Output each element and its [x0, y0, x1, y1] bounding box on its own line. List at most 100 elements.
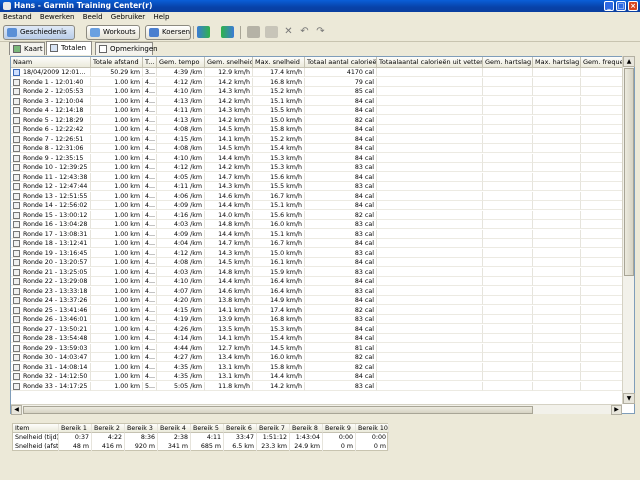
history-button[interactable]: Geschiedenis: [3, 25, 75, 40]
maximize-button[interactable]: □: [616, 1, 626, 11]
table-row[interactable]: Ronde 11 - 12:43:38 1.00 km 4... 4:05 /km 14…: [11, 172, 634, 182]
cell-text: 1.00 km: [114, 382, 140, 390]
table-row[interactable]: Ronde 31 - 14:08:14 1.00 km 4... 4:35 /km 13…: [11, 362, 634, 372]
redo-icon[interactable]: ↷: [314, 26, 327, 38]
table-row[interactable]: Ronde 6 - 12:22:42 1.00 km 4... 4:08 /km 14.…: [11, 125, 634, 134]
column-header[interactable]: Totaalaantal calorieën uit vetten: [377, 57, 483, 68]
column-header[interactable]: Gem. snelheid: [205, 57, 253, 68]
cell-text: 14.2 km/h: [270, 382, 302, 390]
column-header[interactable]: Gem. hartslag: [483, 57, 533, 68]
table-row[interactable]: Ronde 8 - 12:31:06 1.00 km 4... 4:08 /km 14.…: [11, 144, 634, 153]
table-cell: [533, 343, 581, 353]
table-row[interactable]: Ronde 4 - 12:14:18 1.00 km 4... 4:11 /km 14.…: [11, 106, 634, 115]
table-row[interactable]: Ronde 1 - 12:01:40 1.00 km 4... 4:12 /km 14.…: [11, 77, 634, 87]
table-row[interactable]: Ronde 2 - 12:05:53 1.00 km 4... 4:10 /km 14.…: [11, 87, 634, 96]
table-row[interactable]: Ronde 14 - 12:56:02 1.00 km 4... 4:09 /km 14…: [11, 201, 634, 210]
scroll-down-arrow[interactable]: ▼: [623, 393, 635, 404]
zone-column-header[interactable]: Bereik 9: [323, 424, 356, 433]
tab-map[interactable]: Kaart: [9, 42, 45, 55]
table-row[interactable]: Ronde 9 - 12:35:15 1.00 km 4... 4:10 /km 14.…: [11, 153, 634, 163]
new-folder-icon[interactable]: [247, 26, 260, 38]
menu-bestand[interactable]: Bestand: [3, 13, 32, 21]
workouts-button[interactable]: Workouts: [86, 25, 140, 40]
minimize-button[interactable]: _: [604, 1, 614, 11]
column-header[interactable]: Max. hartslag: [533, 57, 581, 68]
horizontal-scroll-thumb[interactable]: [23, 406, 533, 414]
table-row[interactable]: Ronde 24 - 13:37:26 1.00 km 4... 4:20 /km 13…: [11, 296, 634, 305]
table-cell: 4...: [143, 343, 157, 353]
column-header[interactable]: Naam: [11, 57, 91, 68]
zone-column-header[interactable]: Item: [13, 424, 59, 433]
table-row[interactable]: Ronde 19 - 13:16:45 1.00 km 4... 4:12 /km 14…: [11, 248, 634, 258]
table-cell: 16.1 km/h: [253, 258, 305, 267]
scroll-left-arrow[interactable]: ◀: [11, 405, 22, 415]
table-row[interactable]: Ronde 29 - 13:59:03 1.00 km 4... 4:44 /km 12…: [11, 343, 634, 353]
table-row[interactable]: Ronde 18 - 13:12:41 1.00 km 4... 4:04 /km 14…: [11, 239, 634, 248]
receive-from-device-icon[interactable]: [197, 26, 210, 38]
table-row[interactable]: Ronde 23 - 13:33:18 1.00 km 4... 4:07 /km 14…: [11, 286, 634, 296]
table-cell: [483, 296, 533, 305]
column-header[interactable]: Totaal aantal calorieën: [305, 57, 377, 68]
table-row[interactable]: Ronde 3 - 12:10:04 1.00 km 4... 4:13 /km 14.…: [11, 96, 634, 106]
table-row[interactable]: Ronde 7 - 12:26:51 1.00 km 4... 4:15 /km 14.…: [11, 134, 634, 144]
table-row[interactable]: Ronde 13 - 12:51:55 1.00 km 4... 4:06 /km 14…: [11, 191, 634, 201]
table-row[interactable]: Ronde 5 - 12:18:29 1.00 km 4... 4:13 /km 14.…: [11, 115, 634, 125]
table-cell: [483, 305, 533, 315]
table-row[interactable]: Ronde 27 - 13:50:21 1.00 km 4... 4:26 /km 13…: [11, 324, 634, 334]
table-row[interactable]: Ronde 12 - 12:47:44 1.00 km 4... 4:11 /km 14…: [11, 182, 634, 191]
copy-icon[interactable]: [265, 26, 278, 38]
cell-text: 83 cal: [354, 316, 374, 323]
table-cell: 15.3 km/h: [253, 324, 305, 334]
vertical-scrollbar[interactable]: ▲ ▼: [622, 56, 635, 404]
zone-column-header[interactable]: Bereik 1: [59, 424, 92, 433]
table-cell: 14.3 km/h: [205, 106, 253, 115]
table-row[interactable]: Ronde 28 - 13:54:48 1.00 km 4... 4:14 /km 14…: [11, 334, 634, 343]
table-row[interactable]: Ronde 30 - 14:03:47 1.00 km 4... 4:27 /km 13…: [11, 353, 634, 362]
close-button[interactable]: ×: [628, 1, 638, 11]
zone-cell: 24.9 km: [290, 442, 323, 451]
cell-text: 4...: [145, 126, 156, 133]
undo-icon[interactable]: ↶: [298, 26, 311, 38]
zone-column-header[interactable]: Bereik 10: [356, 424, 389, 433]
zone-column-header[interactable]: Bereik 3: [125, 424, 158, 433]
table-row[interactable]: Ronde 26 - 13:46:01 1.00 km 4... 4:19 /km 13…: [11, 315, 634, 324]
cell-text: 15.1 km/h: [270, 202, 302, 209]
column-header[interactable]: Max. snelheid: [253, 57, 305, 68]
table-row[interactable]: Ronde 10 - 12:39:25 1.00 km 4... 4:12 /km 14…: [11, 163, 634, 172]
zone-column-header[interactable]: Bereik 5: [191, 424, 224, 433]
table-row[interactable]: Ronde 16 - 13:04:28 1.00 km 4... 4:03 /km 14…: [11, 220, 634, 229]
column-header[interactable]: T...: [143, 57, 157, 68]
menu-beeld[interactable]: Beeld: [83, 13, 103, 21]
menu-help[interactable]: Help: [153, 13, 169, 21]
table-row[interactable]: Ronde 15 - 13:00:12 1.00 km 4... 4:16 /km 14…: [11, 210, 634, 220]
table-row[interactable]: Ronde 25 - 13:41:46 1.00 km 4... 4:15 /km 14…: [11, 305, 634, 315]
table-row[interactable]: Ronde 32 - 14:12:50 1.00 km 4... 4:35 /km 13…: [11, 372, 634, 381]
horizontal-scrollbar[interactable]: ◀ ▶: [11, 404, 622, 415]
courses-button[interactable]: Koersen: [145, 25, 191, 40]
scroll-up-arrow[interactable]: ▲: [623, 56, 635, 67]
session-row[interactable]: 18/04/2009 12:01... 50.29 km 3... 4:39 /km 1…: [11, 68, 634, 77]
tab-totals[interactable]: Totalen: [46, 41, 92, 55]
scroll-right-arrow[interactable]: ▶: [611, 405, 622, 415]
zone-column-header[interactable]: Bereik 6: [224, 424, 257, 433]
zone-column-header[interactable]: Bereik 2: [92, 424, 125, 433]
vertical-scroll-thumb[interactable]: [624, 68, 634, 276]
menu-bewerken[interactable]: Bewerken: [40, 13, 75, 21]
table-row[interactable]: Ronde 21 - 13:25:05 1.00 km 4... 4:03 /km 14…: [11, 267, 634, 277]
zone-column-header[interactable]: Bereik 8: [290, 424, 323, 433]
table-row[interactable]: Ronde 33 - 14:17:25 1.00 km 5... 5:05 /km 11…: [11, 381, 634, 391]
table-row[interactable]: Ronde 17 - 13:08:31 1.00 km 4... 4:09 /km 14…: [11, 229, 634, 239]
column-header[interactable]: Gem. tempo: [157, 57, 205, 68]
zone-column-header[interactable]: Bereik 7: [257, 424, 290, 433]
column-header[interactable]: Totale afstand: [91, 57, 143, 68]
table-row[interactable]: Ronde 20 - 13:20:57 1.00 km 4... 4:08 /km 14…: [11, 258, 634, 267]
delete-icon[interactable]: ✕: [282, 26, 295, 38]
tab-notes[interactable]: Opmerkingen: [95, 42, 158, 55]
table-cell: 83 cal: [305, 267, 377, 277]
send-to-device-icon[interactable]: [221, 26, 234, 38]
table-cell: [533, 172, 581, 182]
table-row[interactable]: Ronde 22 - 13:29:08 1.00 km 4... 4:10 /km 14…: [11, 277, 634, 286]
menu-gebruiker[interactable]: Gebruiker: [111, 13, 145, 21]
zone-column-header[interactable]: Bereik 4: [158, 424, 191, 433]
cell-text: 4:15 /km: [173, 306, 202, 314]
